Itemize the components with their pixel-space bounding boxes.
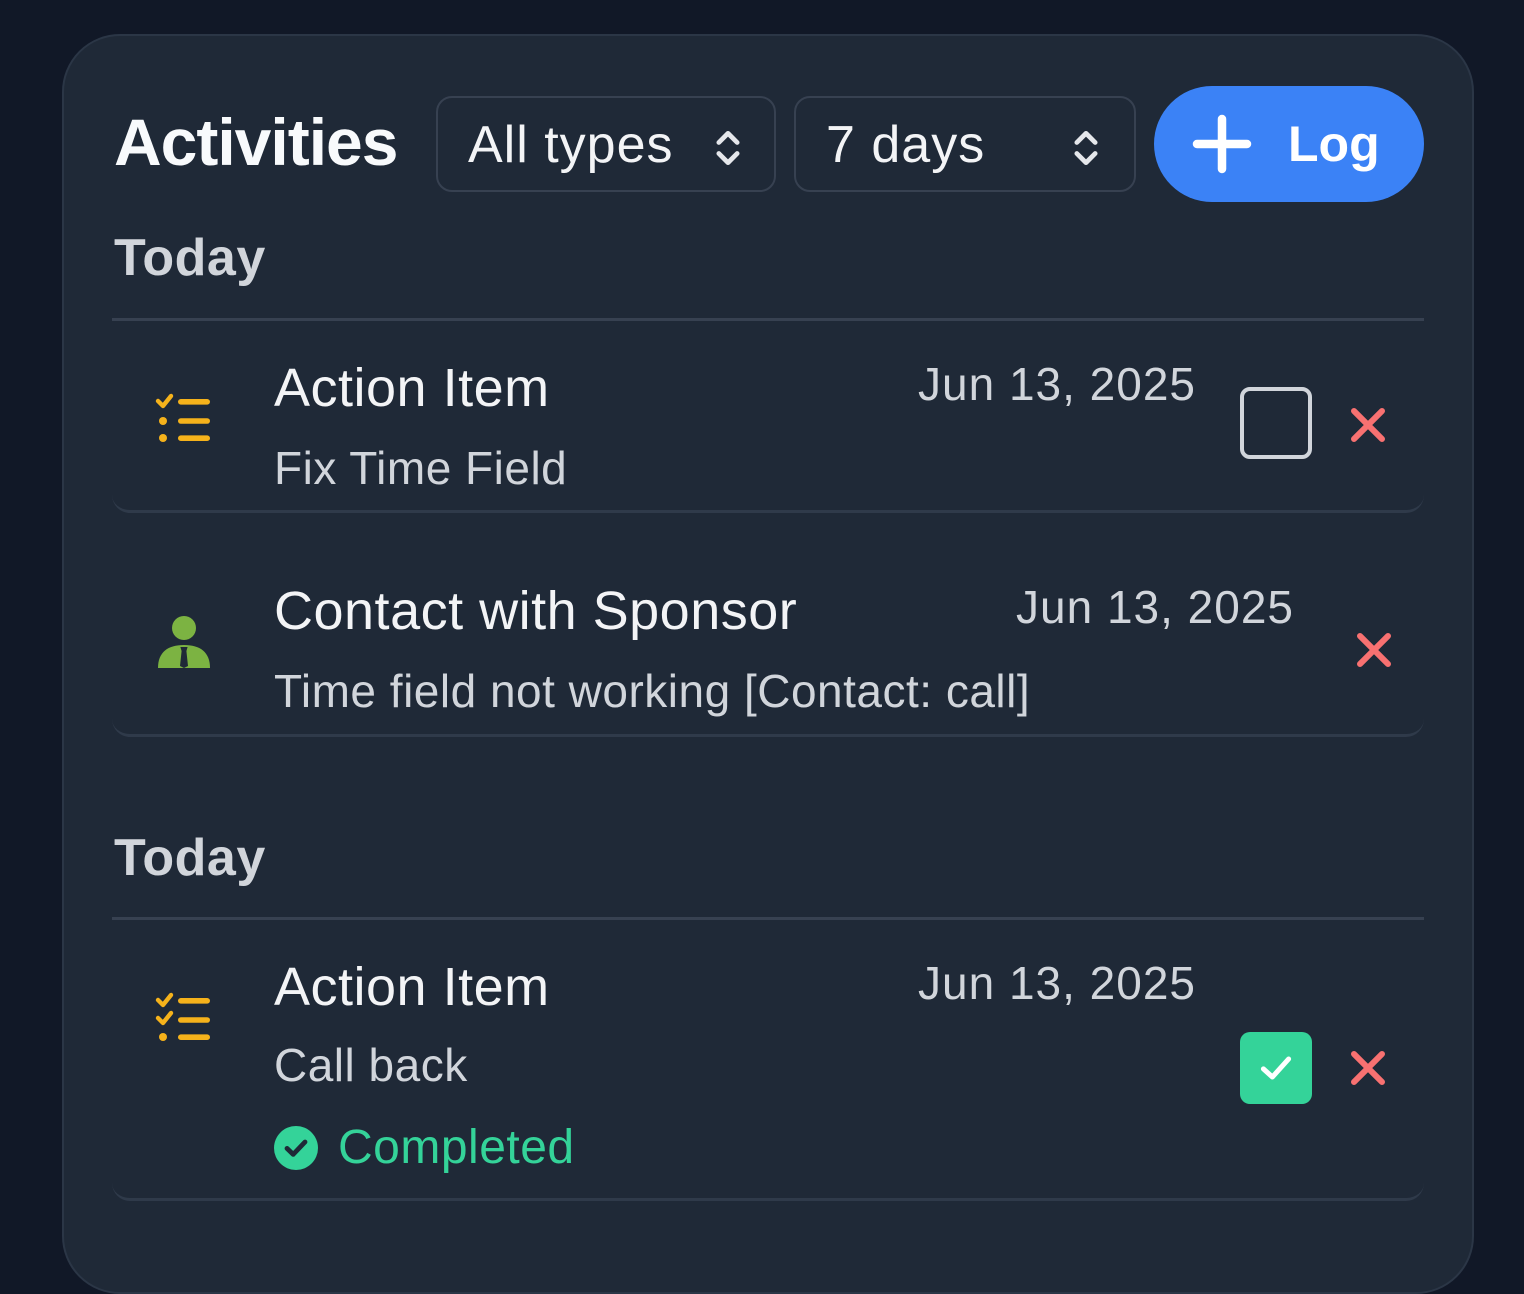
page-title: Activities (114, 105, 398, 179)
activities-header: Activities All types 7 days Log (114, 86, 1424, 202)
completed-status: Completed (272, 1120, 575, 1175)
activity-date: Jun 13, 2025 (918, 957, 1197, 1009)
activity-title: Action Item (274, 358, 550, 418)
type-filter-value: All types (468, 116, 674, 174)
log-button-label: Log (1288, 116, 1380, 172)
check-icon (1260, 1056, 1292, 1080)
activity-title: Contact with Sponsor (274, 581, 798, 641)
close-icon[interactable] (1348, 405, 1388, 445)
group-label: Today (114, 229, 266, 287)
check-circle-icon (274, 1125, 318, 1170)
close-icon[interactable] (1348, 1048, 1388, 1088)
group-label: Today (114, 829, 266, 887)
chevron-updown-icon (716, 130, 740, 166)
close-icon[interactable] (1354, 630, 1394, 670)
complete-checkbox[interactable] (1240, 387, 1312, 459)
chevron-updown-icon (1074, 130, 1098, 166)
log-activity-button[interactable]: Log (1154, 86, 1424, 202)
complete-checkbox[interactable] (1240, 1032, 1312, 1104)
checklist-icon (155, 393, 210, 442)
activity-item[interactable]: Action Item Jun 13, 2025 Call back Compl… (112, 920, 1424, 1201)
activity-subtitle: Time field not working [Contact: call] (274, 665, 1031, 717)
activity-subtitle: Call back (274, 1039, 468, 1091)
checklist-icon (155, 992, 210, 1041)
activity-item[interactable]: Contact with Sponsor Jun 13, 2025 Time f… (112, 516, 1424, 737)
type-filter-select[interactable]: All types (436, 96, 776, 192)
activity-title: Action Item (274, 957, 550, 1017)
activity-date: Jun 13, 2025 (1016, 581, 1295, 633)
plus-icon (1192, 114, 1252, 174)
activity-subtitle: Fix Time Field (274, 442, 568, 494)
range-filter-value: 7 days (826, 116, 986, 174)
activity-item[interactable]: Action Item Jun 13, 2025 Fix Time Field (112, 321, 1424, 513)
range-filter-select[interactable]: 7 days (794, 96, 1136, 192)
activity-date: Jun 13, 2025 (918, 358, 1197, 410)
person-icon (158, 616, 210, 668)
status-label: Completed (338, 1121, 575, 1174)
